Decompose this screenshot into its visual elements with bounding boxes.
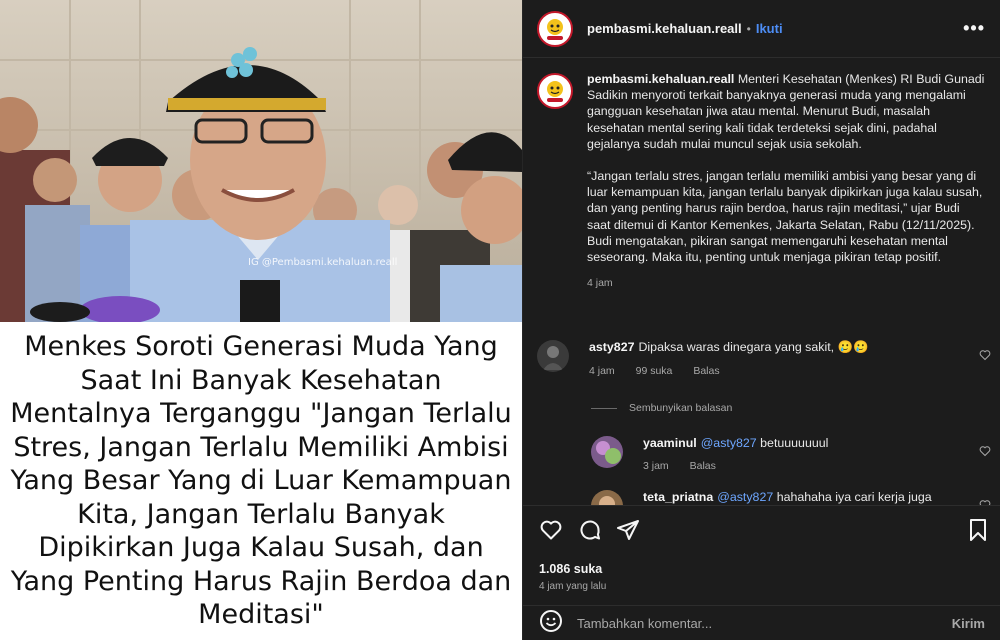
reply-meta: 3 jam Balas <box>643 460 973 472</box>
reply-mention[interactable]: @asty827 <box>717 490 773 504</box>
comment-text: Dipaksa waras dinegara yang sakit, 🥲🥲 <box>638 340 869 354</box>
comment-item: asty827 Dipaksa waras dinegara yang sakit… <box>537 340 997 377</box>
reply-text: hahahaha iya cari kerja juga <box>776 490 932 504</box>
separator-dot: • <box>746 21 751 36</box>
caption-paragraph-1: pembasmi.kehaluan.reall Menteri Kesehata… <box>587 71 985 152</box>
reply-time: 3 jam <box>643 460 669 472</box>
media-headline: Menkes Soroti Generasi Muda Yang Saat In… <box>0 322 522 640</box>
follow-button[interactable]: Ikuti <box>756 21 783 36</box>
replier-avatar[interactable] <box>591 490 623 505</box>
comment-icon[interactable] <box>578 518 602 547</box>
comment-username[interactable]: asty827 <box>589 340 634 354</box>
heart-icon[interactable] <box>979 444 991 462</box>
hide-replies-label[interactable]: Sembunyikan balasan <box>629 402 732 414</box>
comment-time: 4 jam <box>589 365 615 377</box>
post-time-ago: 4 jam yang lalu <box>539 581 607 592</box>
commenter-avatar[interactable] <box>537 340 569 372</box>
comment-likes[interactable]: 99 suka <box>636 365 673 377</box>
reply-body: teta_priatna @asty827 hahahaha iya cari k… <box>643 490 973 505</box>
post-photo: IG @Pembasmi.kehaluan.reall <box>0 0 522 322</box>
reply-username[interactable]: teta_priatna <box>643 490 713 504</box>
comments-scroll-area[interactable]: pembasmi.kehaluan.reall Menteri Kesehata… <box>523 59 1000 505</box>
more-icon[interactable]: ••• <box>963 18 985 39</box>
comment-input[interactable] <box>577 615 927 631</box>
post-actions: 1.086 suka 4 jam yang lalu <box>523 505 1000 605</box>
bookmark-icon[interactable] <box>967 518 989 547</box>
caption-username[interactable]: pembasmi.kehaluan.reall <box>587 72 734 86</box>
reply-button[interactable]: Balas <box>693 365 719 377</box>
comment-body: asty827 Dipaksa waras dinegara yang sakit… <box>589 340 969 377</box>
reply-text: betuuuuuuul <box>760 436 829 450</box>
reply-username[interactable]: yaaminul <box>643 436 697 450</box>
heart-icon[interactable] <box>979 498 991 505</box>
author-username[interactable]: pembasmi.kehaluan.reall <box>587 21 742 36</box>
reply-body: yaaminul @asty827 betuuuuuuul 3 jam Balas <box>643 436 973 472</box>
post-header: pembasmi.kehaluan.reall • Ikuti ••• <box>523 0 1000 58</box>
caption-author-avatar[interactable] <box>537 73 573 109</box>
reply-item: teta_priatna @asty827 hahahaha iya cari k… <box>591 490 997 505</box>
heart-icon[interactable] <box>979 348 991 366</box>
hide-replies-toggle[interactable]: Sembunyikan balasan <box>591 402 732 414</box>
caption-time: 4 jam <box>587 277 613 290</box>
post-caption: pembasmi.kehaluan.reall Menteri Kesehata… <box>537 71 987 291</box>
author-avatar[interactable] <box>537 10 573 47</box>
share-icon[interactable] <box>616 518 640 547</box>
post-details-panel: pembasmi.kehaluan.reall • Ikuti ••• pemb… <box>522 0 1000 640</box>
reply-item: yaaminul @asty827 betuuuuuuul 3 jam Balas <box>591 436 997 472</box>
heart-icon[interactable] <box>539 518 563 547</box>
reply-mention[interactable]: @asty827 <box>701 436 757 450</box>
send-button[interactable]: Kirim <box>952 616 985 631</box>
caption-paragraph-2: “Jangan terlalu stres, jangan terlalu me… <box>587 169 983 265</box>
replier-avatar[interactable] <box>591 436 623 468</box>
reply-button[interactable]: Balas <box>690 460 716 472</box>
photo-watermark: IG @Pembasmi.kehaluan.reall <box>248 257 398 268</box>
headline-text: Menkes Soroti Generasi Muda Yang Saat In… <box>10 331 512 631</box>
comment-composer: Kirim <box>523 605 1000 640</box>
emoji-icon[interactable] <box>539 609 563 638</box>
replies-divider-line <box>591 407 617 409</box>
comment-meta: 4 jam 99 suka Balas <box>589 365 969 377</box>
likes-count[interactable]: 1.086 suka <box>539 562 602 576</box>
post-media[interactable]: IG @Pembasmi.kehaluan.reall Menkes Sorot… <box>0 0 522 640</box>
caption-body: pembasmi.kehaluan.reall Menteri Kesehata… <box>587 71 985 291</box>
